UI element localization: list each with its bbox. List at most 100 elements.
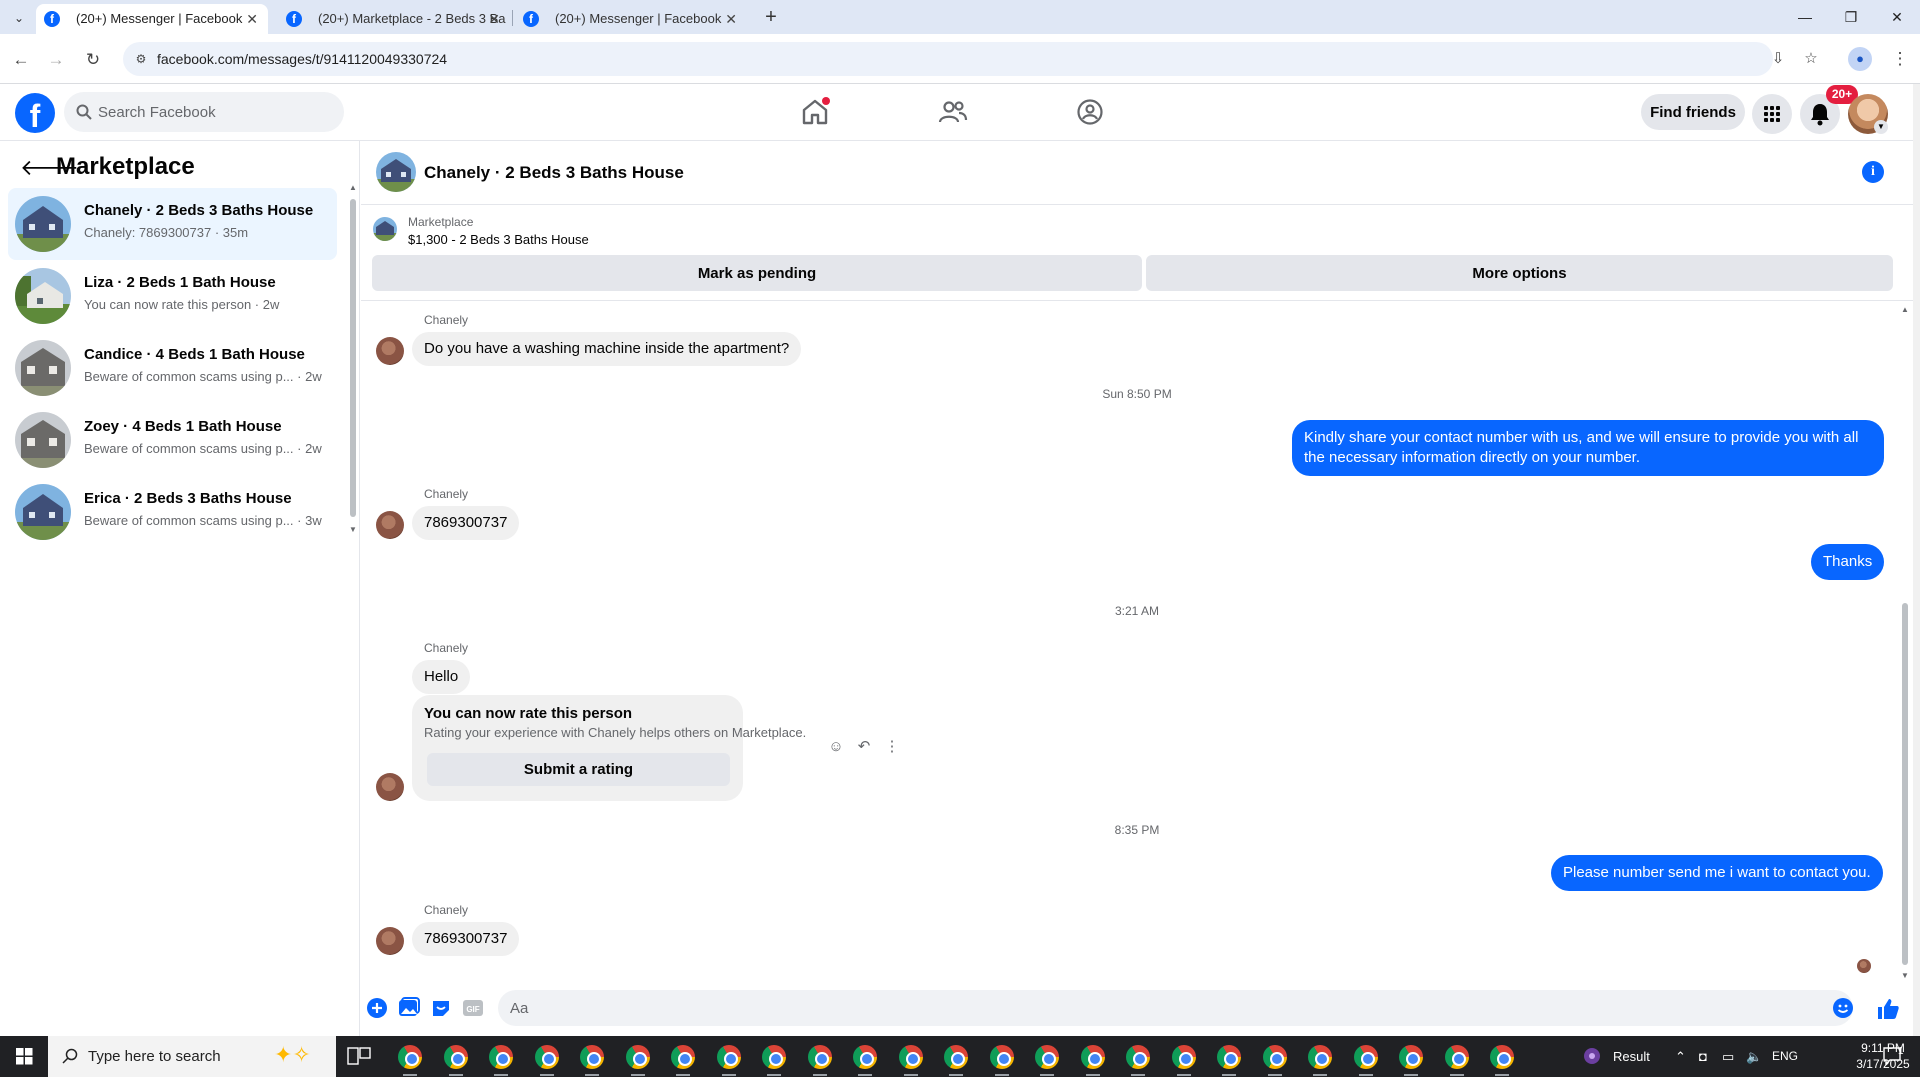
chrome-taskbar-icon[interactable] (1263, 1045, 1287, 1069)
close-window-button[interactable]: ✕ (1874, 0, 1920, 34)
listing-thumbnail[interactable] (373, 217, 397, 241)
tab-search-chevron-icon[interactable]: ⌄ (8, 7, 30, 29)
scrollbar-thumb[interactable] (1902, 603, 1908, 965)
chrome-taskbar-icon[interactable] (1126, 1045, 1150, 1069)
chrome-taskbar-icon[interactable] (671, 1045, 695, 1069)
reply-arrow-icon[interactable]: ↶ (854, 737, 874, 757)
mark-pending-button[interactable]: Mark as pending (372, 255, 1142, 291)
browser-tab-3[interactable]: f (20+) Messenger | Facebook ✕ (515, 4, 747, 34)
sender-avatar[interactable] (376, 337, 404, 365)
react-smiley-icon[interactable]: ☺ (826, 737, 846, 757)
restore-button[interactable]: ❐ (1828, 0, 1874, 34)
language-indicator[interactable]: ENG (1772, 1036, 1798, 1077)
chrome-taskbar-icon[interactable] (1081, 1045, 1105, 1069)
windows-start-icon[interactable] (0, 1036, 48, 1077)
chrome-taskbar-icon[interactable] (762, 1045, 786, 1069)
listing-price-title[interactable]: $1,300 - 2 Beds 3 Baths House (408, 232, 589, 247)
emoji-icon[interactable] (1832, 997, 1854, 1019)
sender-avatar[interactable] (376, 927, 404, 955)
scrollbar-thumb[interactable] (350, 199, 356, 517)
chrome-taskbar-icon[interactable] (580, 1045, 604, 1069)
sidebar-scrollbar[interactable]: ▲ ▼ (347, 183, 359, 534)
sender-avatar[interactable] (376, 773, 404, 801)
chrome-taskbar-icon[interactable] (444, 1045, 468, 1069)
chrome-profile-icon[interactable]: ● (1848, 47, 1872, 71)
chrome-taskbar-icon[interactable] (899, 1045, 923, 1069)
find-friends-button[interactable]: Find friends (1641, 94, 1745, 130)
taskbar-search[interactable]: Type here to search ✦✧ (48, 1036, 336, 1077)
tray-label[interactable]: Result (1613, 1036, 1650, 1077)
groups-icon[interactable] (1074, 96, 1106, 128)
site-info-icon[interactable]: ⚙ (131, 49, 151, 69)
chrome-taskbar-icon[interactable] (489, 1045, 513, 1069)
chrome-taskbar-icon[interactable] (626, 1045, 650, 1069)
new-tab-button[interactable]: + (757, 4, 785, 32)
result-app-icon[interactable] (1582, 1046, 1602, 1066)
back-icon[interactable]: ← (9, 48, 33, 72)
plus-circle-icon[interactable] (366, 997, 388, 1019)
chrome-taskbar-icon[interactable] (1308, 1045, 1332, 1069)
conversation-item-candice[interactable]: Candice · 4 Beds 1 Bath House Beware of … (8, 332, 337, 404)
scroll-down-icon[interactable]: ▼ (1899, 971, 1911, 980)
close-tab-icon[interactable]: ✕ (725, 4, 737, 34)
browser-tab-1[interactable]: f (20+) Messenger | Facebook ✕ (36, 4, 268, 34)
submit-rating-button[interactable]: Submit a rating (427, 753, 730, 786)
more-options-button[interactable]: More options (1146, 255, 1893, 291)
chrome-taskbar-icon[interactable] (1445, 1045, 1469, 1069)
thumbs-up-icon[interactable] (1876, 997, 1900, 1021)
gif-icon[interactable]: GIF (462, 997, 484, 1019)
conversation-item-chanely[interactable]: Chanely · 2 Beds 3 Baths House Chanely: … (8, 188, 337, 260)
chrome-taskbar-icon[interactable] (398, 1045, 422, 1069)
conversation-item-zoey[interactable]: Zoey · 4 Beds 1 Bath House Beware of com… (8, 404, 337, 476)
url-text[interactable]: facebook.com/messages/t/9141120049330724 (157, 42, 447, 76)
chrome-taskbar-icon[interactable] (1399, 1045, 1423, 1069)
search-input[interactable] (98, 92, 328, 132)
friends-icon[interactable] (937, 96, 969, 128)
chrome-taskbar-icon[interactable] (944, 1045, 968, 1069)
listing-thumbnail[interactable] (376, 152, 416, 192)
bookmark-star-icon[interactable]: ☆ (1801, 49, 1821, 69)
sender-avatar[interactable] (376, 511, 404, 539)
scroll-up-icon[interactable]: ▲ (347, 183, 359, 192)
conversation-item-erica[interactable]: Erica · 2 Beds 3 Baths House Beware of c… (8, 476, 337, 548)
meet-now-icon[interactable]: ◘ (1699, 1036, 1707, 1077)
close-tab-icon[interactable]: ✕ (488, 4, 500, 34)
forward-icon[interactable]: → (44, 48, 68, 72)
install-app-icon[interactable]: ⇩ (1768, 49, 1788, 69)
facebook-search[interactable] (64, 92, 344, 132)
close-tab-icon[interactable]: ✕ (246, 4, 258, 34)
chrome-taskbar-icon[interactable] (1217, 1045, 1241, 1069)
info-icon[interactable]: i (1862, 161, 1884, 183)
back-arrow-icon[interactable]: 🡐 (20, 156, 79, 180)
scroll-down-icon[interactable]: ▼ (347, 525, 359, 534)
reload-icon[interactable]: ↻ (81, 48, 105, 72)
chrome-taskbar-icon[interactable] (1172, 1045, 1196, 1069)
show-hidden-icons-icon[interactable]: ⌃ (1675, 1036, 1686, 1077)
photo-icon[interactable] (398, 997, 420, 1019)
menu-grid-button[interactable] (1752, 94, 1792, 134)
chat-title[interactable]: Chanely · 2 Beds 3 Baths House (424, 163, 684, 183)
chrome-taskbar-icon[interactable] (808, 1045, 832, 1069)
conversation-item-liza[interactable]: Liza · 2 Beds 1 Bath House You can now r… (8, 260, 337, 332)
page-scrollbar[interactable] (1913, 84, 1920, 1036)
message-input[interactable] (498, 990, 1853, 1026)
chrome-menu-icon[interactable]: ⋮ (1890, 47, 1910, 71)
chrome-taskbar-icon[interactable] (990, 1045, 1014, 1069)
chrome-taskbar-icon[interactable] (717, 1045, 741, 1069)
volume-icon[interactable]: 🔈 (1746, 1036, 1762, 1077)
address-bar[interactable]: ⚙ facebook.com/messages/t/91411200493307… (123, 42, 1818, 76)
chat-scrollbar[interactable]: ▲ ▼ (1899, 305, 1911, 985)
chrome-taskbar-icon[interactable] (1490, 1045, 1514, 1069)
network-icon[interactable]: ▭ (1722, 1036, 1734, 1077)
chrome-taskbar-icon[interactable] (1035, 1045, 1059, 1069)
sticker-icon[interactable] (430, 997, 452, 1019)
chrome-taskbar-icon[interactable] (1354, 1045, 1378, 1069)
facebook-logo-icon[interactable]: f (15, 93, 55, 134)
browser-tab-2[interactable]: f (20+) Marketplace - 2 Beds 3 Ba ✕ (278, 4, 510, 34)
account-chevron-icon[interactable]: ▼ (1874, 120, 1888, 134)
scroll-up-icon[interactable]: ▲ (1899, 305, 1911, 314)
task-view-icon[interactable] (346, 1046, 372, 1066)
chrome-taskbar-icon[interactable] (853, 1045, 877, 1069)
more-actions-icon[interactable]: ⋮ (882, 737, 902, 757)
chrome-taskbar-icon[interactable] (535, 1045, 559, 1069)
